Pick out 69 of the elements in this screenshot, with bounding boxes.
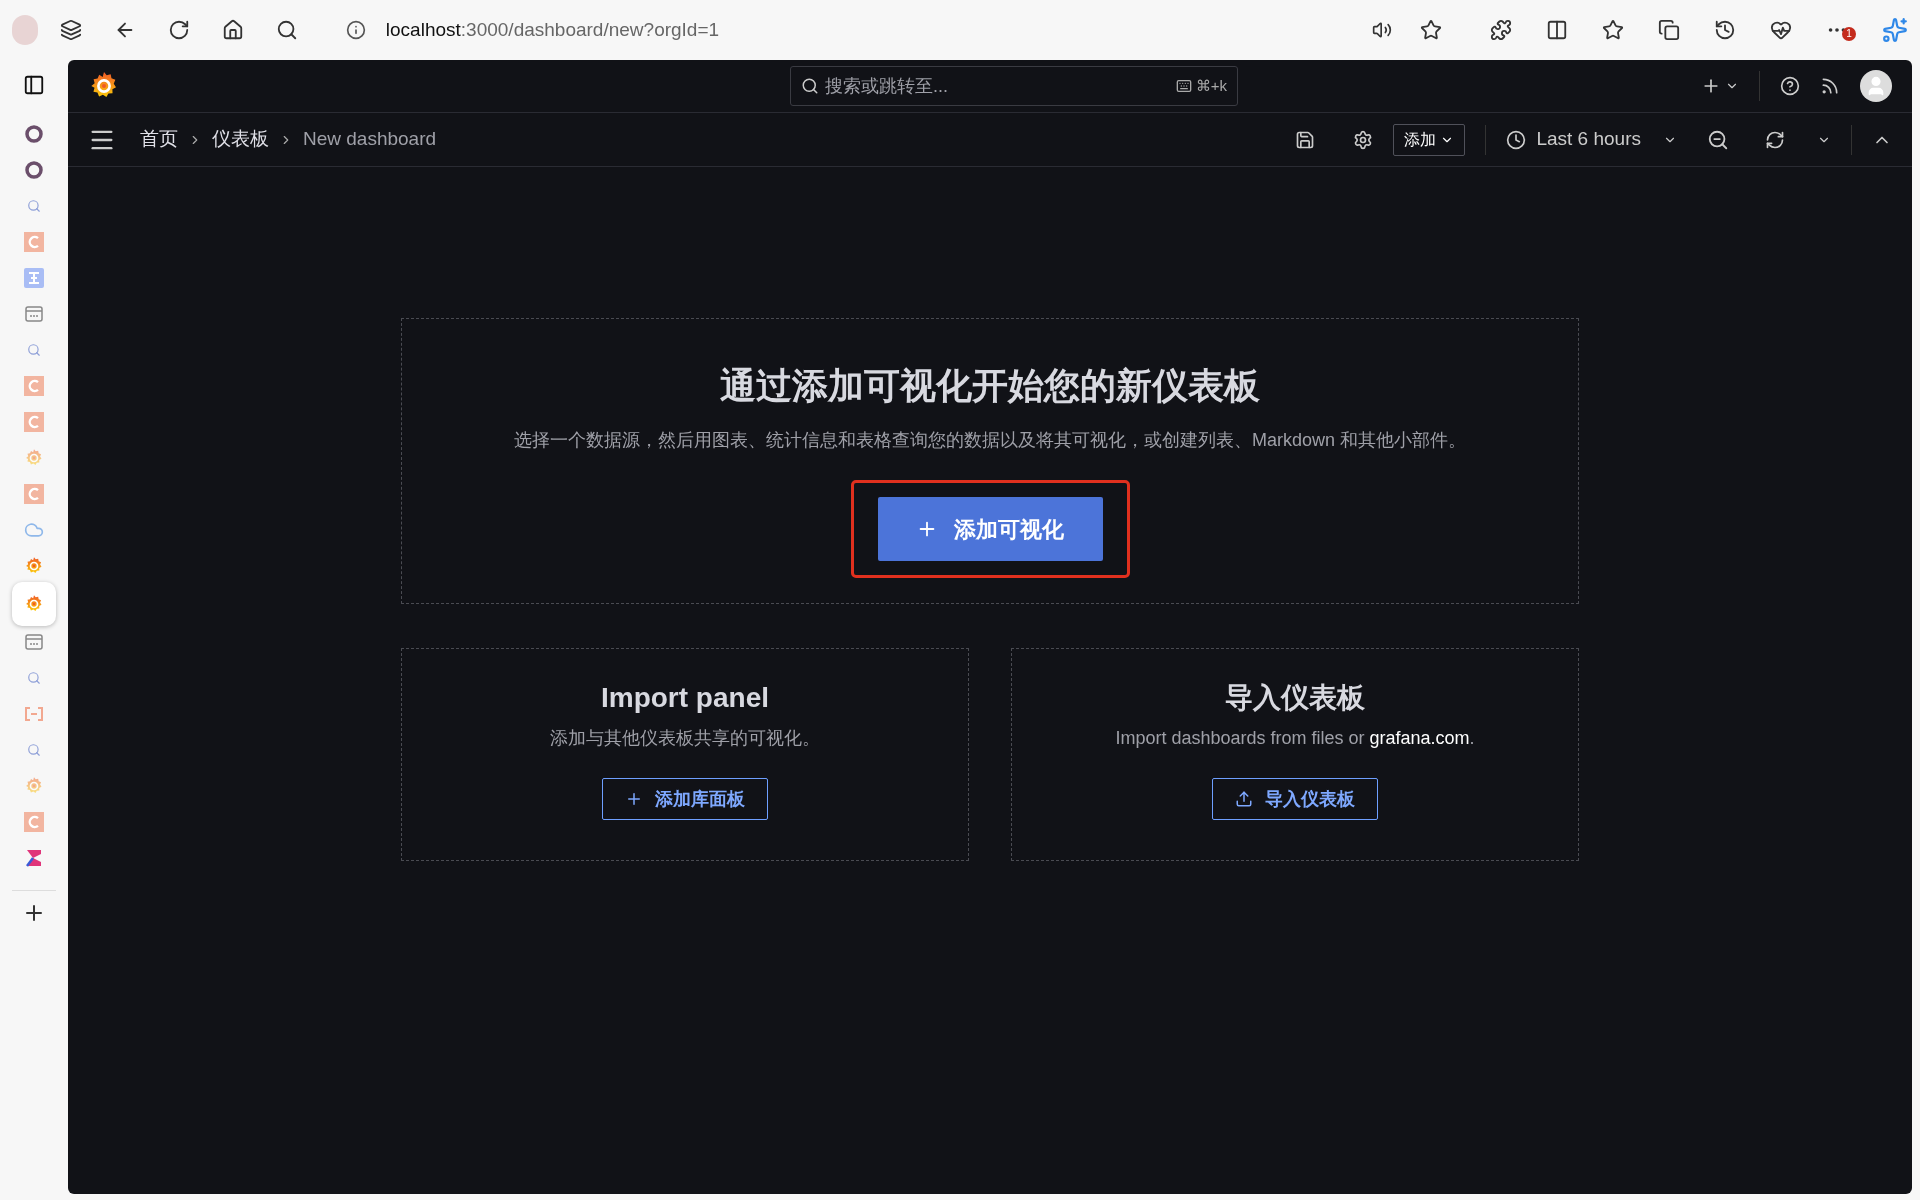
c-logo-icon xyxy=(24,812,44,832)
swirl-icon xyxy=(24,556,44,576)
c-logo-icon xyxy=(24,232,44,252)
sidebar-toggle-icon[interactable] xyxy=(23,74,45,96)
address-bar[interactable]: localhost:3000/dashboard/new?orgId=1 xyxy=(329,10,1462,50)
notification-badge: 1 xyxy=(1842,27,1856,41)
read-aloud-icon[interactable] xyxy=(1372,20,1392,40)
sigma-logo-icon xyxy=(24,848,44,868)
health-icon[interactable] xyxy=(1770,19,1792,41)
info-icon[interactable] xyxy=(345,20,366,40)
home-icon[interactable] xyxy=(221,19,244,41)
ring-icon xyxy=(24,124,44,144)
swirl-icon xyxy=(24,448,44,468)
clock-icon xyxy=(1506,129,1527,150)
help-icon[interactable] xyxy=(1780,76,1800,96)
cloud-icon xyxy=(24,520,44,540)
search-icon xyxy=(27,671,41,685)
favorite-icon[interactable] xyxy=(1420,19,1442,41)
assistant-icon[interactable] xyxy=(1882,17,1908,43)
search-icon xyxy=(801,77,819,95)
collections-icon[interactable] xyxy=(1658,19,1680,41)
card-button[interactable]: 导入仪表板 xyxy=(1212,778,1378,820)
breadcrumb[interactable]: 首页 xyxy=(140,125,178,154)
url-text: localhost:3000/dashboard/new?orgId=1 xyxy=(385,17,720,42)
grafana-link[interactable]: grafana.com xyxy=(1369,728,1470,748)
link-bracket-icon xyxy=(24,706,44,722)
calendar-icon xyxy=(24,304,44,324)
card-title: 导入仪表板 xyxy=(1225,681,1365,715)
c-logo-icon xyxy=(24,376,44,396)
calendar-icon xyxy=(24,632,44,652)
search-field[interactable]: 搜索或跳转至... ⌘+k xyxy=(790,66,1238,106)
swirl-icon xyxy=(24,594,44,614)
card-title: Import panel xyxy=(601,681,769,715)
c-logo-icon xyxy=(24,484,44,504)
card-description: 添加与其他仪表板共享的可视化。 xyxy=(550,727,820,750)
search-icon xyxy=(27,199,41,213)
card-button[interactable]: 添加库面板 xyxy=(602,778,768,820)
add-dropdown-button[interactable]: 添加 xyxy=(1393,123,1466,156)
refresh-icon[interactable] xyxy=(1765,129,1785,150)
zoom-out-icon[interactable] xyxy=(1707,128,1729,151)
settings-icon[interactable] xyxy=(1353,129,1374,150)
user-avatar[interactable] xyxy=(1860,70,1892,102)
empty-state-title: 通过添加可视化开始您的新仪表板 xyxy=(720,364,1260,408)
swirl-icon xyxy=(24,776,44,796)
breadcrumb: New dashboard xyxy=(303,127,437,152)
save-icon[interactable] xyxy=(1295,129,1316,150)
search-input[interactable]: 搜索或跳转至... xyxy=(825,72,1176,100)
search-icon xyxy=(27,343,41,357)
extensions-icon[interactable] xyxy=(1490,19,1512,41)
news-feed-icon[interactable] xyxy=(1820,76,1840,96)
favorites-list-icon[interactable] xyxy=(1602,19,1624,41)
card-description: Import dashboards from files or grafana.com. xyxy=(1115,727,1475,750)
split-screen-icon[interactable] xyxy=(1546,19,1568,41)
ring-icon xyxy=(24,160,44,180)
tabs-icon[interactable] xyxy=(59,19,82,41)
i-beam-logo-icon xyxy=(24,268,44,288)
time-range-picker[interactable]: Last 6 hours xyxy=(1506,125,1677,154)
add-visualization-button[interactable]: 添加可视化 xyxy=(877,497,1103,561)
reload-icon[interactable] xyxy=(167,19,190,41)
keyboard-icon xyxy=(1175,78,1192,94)
empty-state-description: 选择一个数据源，然后用图表、统计信息和表格查询您的数据以及将其可视化，或创建列表、Markdown 和其他小部件。 xyxy=(514,429,1466,452)
shortcut-hint: ⌘+k xyxy=(1195,75,1227,96)
search-icon xyxy=(27,743,41,757)
search-icon[interactable] xyxy=(275,19,298,41)
upload-icon xyxy=(1235,790,1253,808)
plus-icon xyxy=(625,790,643,808)
breadcrumb[interactable]: 仪表板 xyxy=(212,125,269,154)
history-icon[interactable] xyxy=(1714,19,1736,41)
c-logo-icon xyxy=(24,412,44,432)
